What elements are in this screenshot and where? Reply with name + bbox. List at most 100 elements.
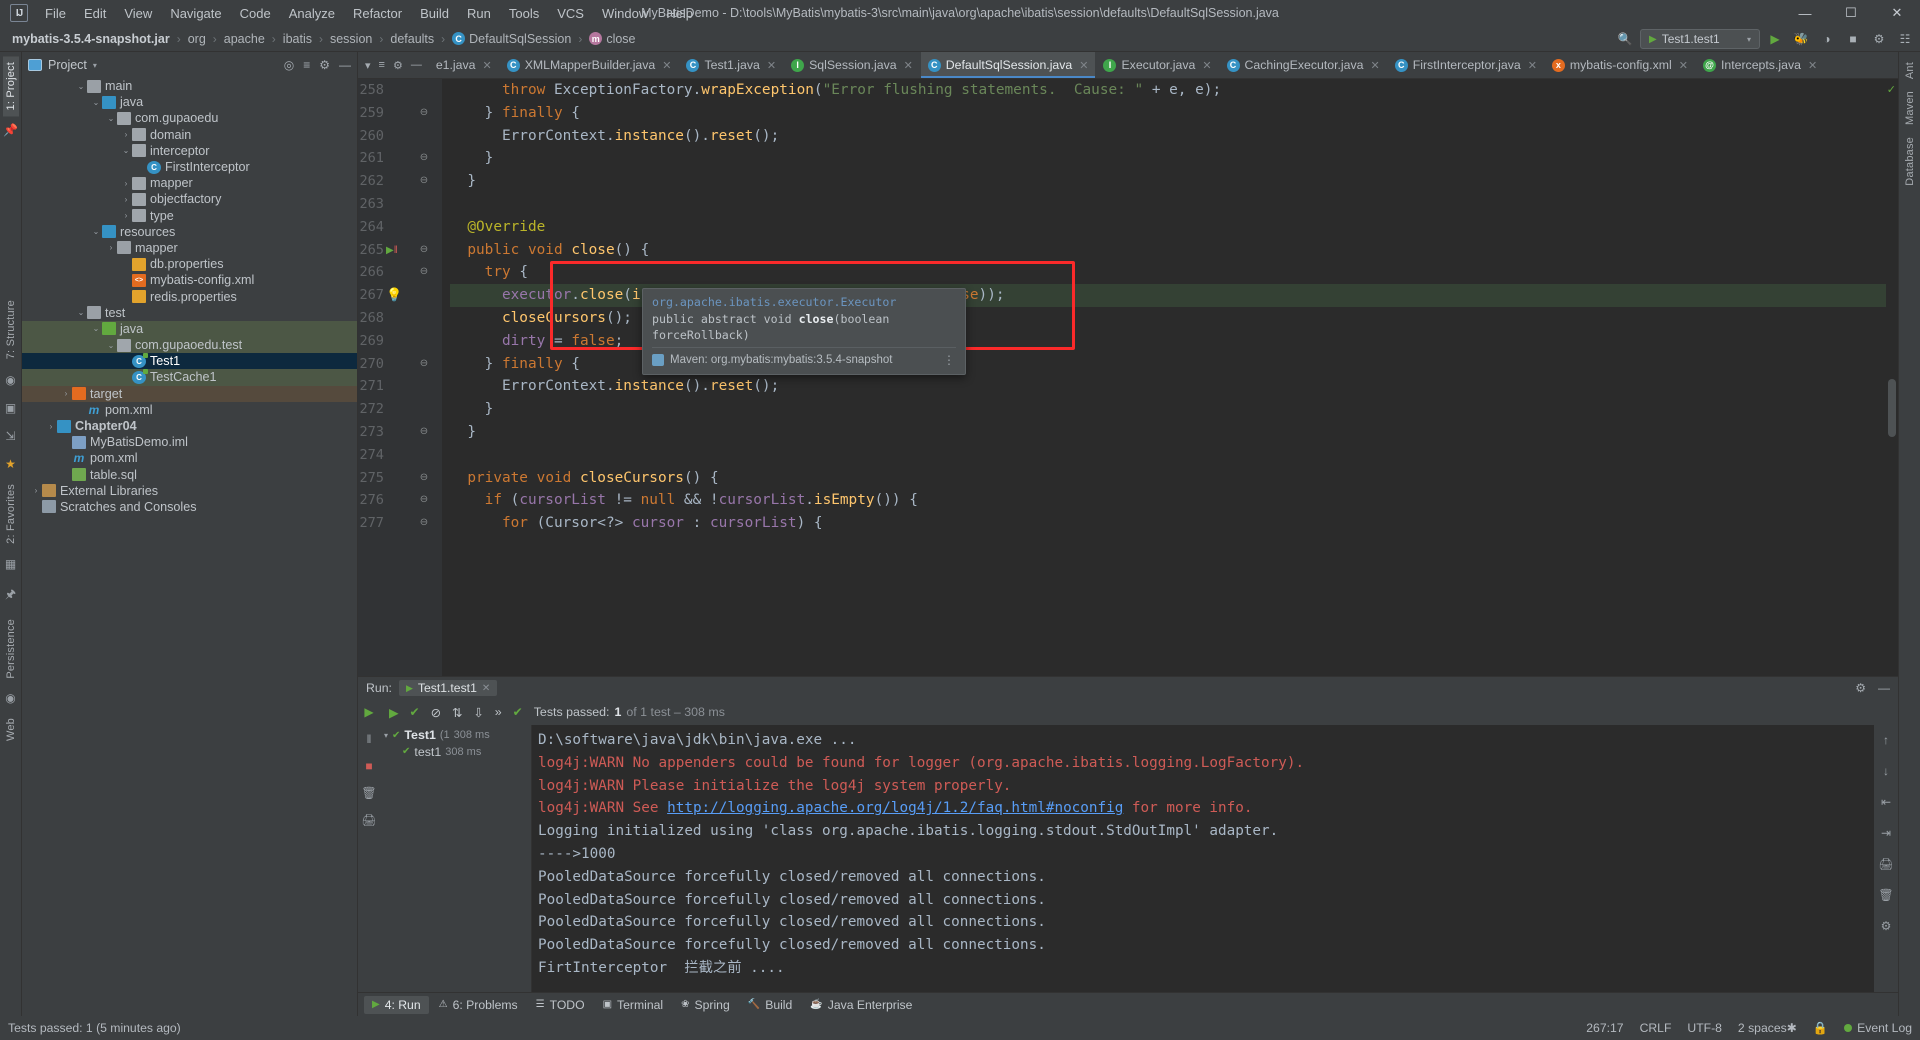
indent-setting[interactable]: 2 spaces✱	[1738, 1021, 1797, 1035]
tree-item-domain[interactable]: › domain	[22, 127, 357, 143]
camera-icon[interactable]: ◉	[5, 373, 15, 387]
fold-icon[interactable]: ⊖	[418, 102, 430, 125]
trash-icon[interactable]: 🗑	[361, 786, 376, 800]
toolwindow-button-java-enterprise[interactable]: ☕ Java Enterprise	[802, 996, 920, 1014]
menu-navigate[interactable]: Navigate	[161, 3, 230, 24]
tree-item-java[interactable]: ⌄ java	[22, 320, 357, 337]
editor-tab-defaultsqlsession-java[interactable]: C DefaultSqlSession.java ✕	[920, 52, 1097, 78]
event-log-button[interactable]: Event Log	[1844, 1021, 1912, 1035]
editor-tab-firstinterceptor-java[interactable]: C FirstInterceptor.java ✕	[1388, 52, 1545, 78]
breadcrumb-apache[interactable]: apache	[220, 30, 269, 48]
menu-build[interactable]: Build	[411, 3, 458, 24]
fold-icon[interactable]: ⊖	[418, 261, 430, 284]
tree-expand-arrow[interactable]: ⌄	[75, 82, 87, 91]
editor-tab-intercepts-java[interactable]: @ Intercepts.java ✕	[1696, 52, 1826, 78]
run-tab[interactable]: ▶ Test1.test1 ✕	[398, 680, 498, 696]
breadcrumb-ibatis[interactable]: ibatis	[279, 30, 316, 48]
maximize-button[interactable]: ☐	[1828, 0, 1874, 26]
tree-item-mapper[interactable]: › mapper	[22, 240, 357, 256]
sort-icon[interactable]: ≡	[379, 59, 385, 71]
caret-position[interactable]: 267:17	[1586, 1021, 1623, 1035]
lock-icon[interactable]: 🔒	[1813, 1021, 1828, 1035]
sidebar-tab-maven[interactable]: Maven	[1902, 85, 1918, 131]
menu-file[interactable]: File	[36, 3, 75, 24]
print-icon[interactable]: 🖨	[361, 813, 376, 827]
close-icon[interactable]: ✕	[1528, 59, 1537, 72]
menu-edit[interactable]: Edit	[75, 3, 115, 24]
tree-expand-arrow[interactable]: ›	[120, 195, 132, 204]
breadcrumb-method[interactable]: m close	[585, 30, 639, 48]
ignore-icon[interactable]: ⊘	[431, 705, 441, 720]
minimize-icon[interactable]: —	[411, 59, 422, 71]
collapse-icon[interactable]: ≡	[303, 58, 310, 72]
editor-tab-mybatis-config-xml[interactable]: x mybatis-config.xml ✕	[1545, 52, 1696, 78]
layout-icon[interactable]: ☷	[1894, 29, 1916, 49]
close-icon[interactable]: ✕	[1370, 59, 1379, 72]
fold-icon[interactable]: ⊖	[418, 512, 430, 535]
code-content[interactable]: throw ExceptionFactory.wrapException("Er…	[442, 79, 1898, 676]
chevron-down-icon[interactable]: ▾	[384, 731, 388, 740]
fold-icon[interactable]: ⊖	[418, 467, 430, 490]
fold-icon[interactable]: ⊖	[418, 489, 430, 512]
align-icon[interactable]: ⇥	[1881, 826, 1891, 840]
tree-item-scratches-and-consoles[interactable]: Scratches and Consoles	[22, 499, 357, 515]
menu-view[interactable]: View	[115, 3, 161, 24]
breadcrumb-org[interactable]: org	[184, 30, 210, 48]
sidebar-tab-web[interactable]: Web	[3, 712, 19, 747]
target-icon[interactable]: ◎	[284, 58, 294, 72]
tree-item-com-gupaoedu-test[interactable]: ⌄ com.gupaoedu.test	[22, 337, 357, 354]
close-icon[interactable]: ✕	[1079, 59, 1088, 72]
more-options-icon[interactable]: ⋮	[943, 352, 956, 369]
menu-refactor[interactable]: Refactor	[344, 3, 411, 24]
expand-icon[interactable]: »	[495, 705, 502, 719]
breadcrumb-session[interactable]: session	[326, 30, 376, 48]
toolwindow-button-4-run[interactable]: ▶ 4: Run	[364, 995, 429, 1014]
coverage-icon[interactable]: ◑	[1816, 29, 1838, 49]
tooltip-maven-row[interactable]: Maven: org.mybatis:mybatis:3.5.4-snapsho…	[652, 346, 956, 369]
tree-item-mybatisdemo-iml[interactable]: MyBatisDemo.iml	[22, 434, 357, 450]
tests-tree-row[interactable]: ✔ test1 308 ms	[380, 744, 531, 761]
line-separator[interactable]: CRLF	[1640, 1021, 1672, 1035]
close-icon[interactable]: ✕	[1808, 59, 1817, 72]
minimize-icon[interactable]: —	[1878, 681, 1890, 695]
editor-scrollbar[interactable]: ✓	[1886, 79, 1898, 676]
sidebar-tab-favorites[interactable]: 2: Favorites	[3, 478, 19, 550]
code-editor[interactable]: 258 259 ⊖ 260 261 ⊖ 262 ⊖ 263 264 265 ⊖ ▶‖ 266 ⊖ 267 💡 26…	[358, 79, 1898, 676]
tree-expand-arrow[interactable]: ⌄	[90, 227, 102, 236]
tree-expand-arrow[interactable]: ⌄	[90, 324, 102, 333]
run-test-icon[interactable]: ▶‖	[386, 239, 410, 262]
tree-expand-arrow[interactable]: ⌄	[90, 98, 102, 107]
close-icon[interactable]: ✕	[1679, 59, 1688, 72]
sidebar-tab-ant[interactable]: Ant	[1902, 56, 1918, 85]
close-icon[interactable]: ✕	[482, 683, 490, 694]
rerun-tests-icon[interactable]: ▶	[389, 705, 399, 720]
tree-item-mybatis-config-xml[interactable]: <> mybatis-config.xml	[22, 272, 357, 288]
menu-run[interactable]: Run	[458, 3, 500, 24]
tree-item-test[interactable]: ⌄ test	[22, 305, 357, 321]
tree-item-interceptor[interactable]: ⌄ interceptor	[22, 143, 357, 159]
gear-icon[interactable]: ⚙	[1855, 681, 1866, 695]
close-icon[interactable]: ✕	[482, 59, 491, 72]
search-icon[interactable]: 🔍	[1614, 29, 1636, 49]
sidebar-tab-database[interactable]: Database	[1902, 131, 1918, 192]
toolwindow-button-6-problems[interactable]: ⚠ 6: Problems	[431, 996, 526, 1014]
gear-icon[interactable]: ⚙	[393, 59, 403, 72]
export-icon[interactable]: ⇲	[5, 429, 15, 443]
rerun-icon[interactable]: ▶	[364, 705, 373, 719]
editor-tab-cachingexecutor-java[interactable]: C CachingExecutor.java ✕	[1220, 52, 1388, 78]
pause-icon[interactable]: ‖	[367, 732, 372, 746]
fold-icon[interactable]: ⊖	[418, 147, 430, 170]
sort-icon[interactable]: ⇅	[452, 705, 462, 720]
tree-expand-arrow[interactable]: ›	[60, 389, 72, 398]
toolwindow-button-terminal[interactable]: ▣ Terminal	[595, 996, 672, 1014]
tree-item-java[interactable]: ⌄ java	[22, 94, 357, 110]
tree-expand-arrow[interactable]: ›	[30, 486, 42, 495]
tree-item-table-sql[interactable]: table.sql	[22, 467, 357, 483]
close-button[interactable]: ✕	[1874, 0, 1920, 26]
editor-tab-test1-java[interactable]: C Test1.java ✕	[679, 52, 785, 78]
tree-expand-arrow[interactable]: ›	[120, 211, 132, 220]
stop-icon[interactable]: ■	[1842, 29, 1864, 49]
globe-icon[interactable]: ◉	[5, 691, 15, 705]
hide-icon[interactable]: —	[339, 58, 351, 72]
check-icon[interactable]: ✔	[410, 705, 420, 719]
